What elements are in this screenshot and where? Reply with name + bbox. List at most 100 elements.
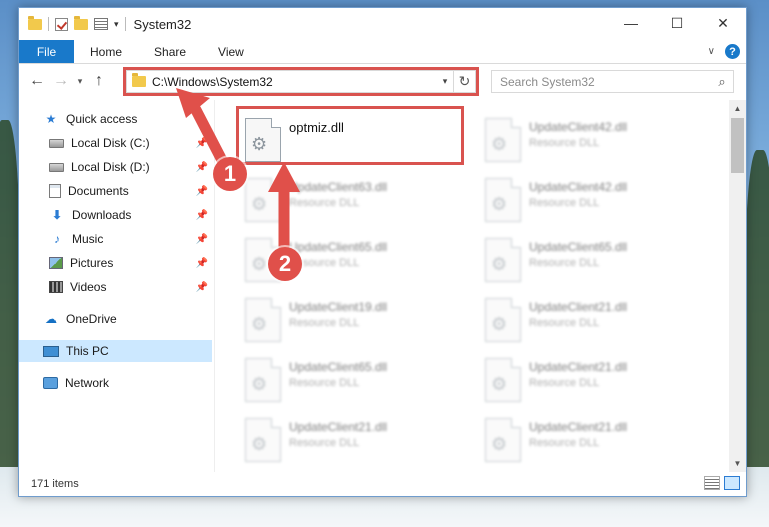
pin-icon[interactable]: 📌: [196, 258, 208, 269]
gear-icon: ⚙: [491, 254, 508, 274]
tab-share[interactable]: Share: [138, 40, 202, 63]
gear-icon: ⚙: [491, 434, 508, 454]
pin-icon[interactable]: 📌: [196, 162, 208, 173]
window-controls: — ☐ ✕: [608, 8, 746, 38]
file-type: Resource DLL: [289, 437, 360, 449]
file-item[interactable]: ⚙ UpdateClient21.dll Resource DLL: [477, 292, 707, 348]
search-box[interactable]: ⌕: [491, 70, 734, 93]
sidebar-item-label: Quick access: [66, 112, 138, 126]
step-2-badge: 2: [268, 247, 302, 281]
sidebar-item-label: Pictures: [70, 256, 114, 270]
navigation-pane: ★ Quick access Local Disk (C:) 📌 Local D…: [19, 100, 214, 472]
sidebar-item-quick-access[interactable]: ★ Quick access: [19, 108, 212, 130]
vertical-scrollbar[interactable]: ▲ ▼: [729, 100, 746, 472]
file-type: Resource DLL: [529, 137, 600, 149]
minimize-button[interactable]: —: [608, 8, 654, 38]
scroll-down-icon[interactable]: ▼: [729, 455, 746, 472]
sidebar-item-onedrive[interactable]: ☁ OneDrive: [19, 308, 212, 330]
file-item[interactable]: ⚙ UpdateClient42.dll Resource DLL: [477, 172, 707, 228]
file-type: Resource DLL: [289, 197, 360, 209]
sidebar-item-local-disk-d[interactable]: Local Disk (D:) 📌: [19, 156, 212, 178]
file-type: Resource DLL: [529, 437, 600, 449]
tiles-view-icon[interactable]: [724, 476, 740, 490]
gear-icon: ⚙: [491, 314, 508, 334]
customize-toolbar-icon[interactable]: [94, 18, 108, 30]
maximize-button[interactable]: ☐: [654, 8, 700, 38]
pane-splitter[interactable]: [214, 100, 215, 472]
tab-home[interactable]: Home: [74, 40, 138, 63]
help-icon[interactable]: ?: [725, 44, 740, 59]
ribbon-tabs: File Home Share View ∨ ?: [19, 40, 746, 64]
sidebar-item-pictures[interactable]: Pictures 📌: [19, 252, 212, 274]
file-name: UpdateClient19.dll: [289, 300, 388, 314]
gear-icon: ⚙: [251, 254, 268, 274]
chevron-down-icon[interactable]: ▾: [114, 19, 119, 30]
file-item[interactable]: ⚙ UpdateClient21.dll Resource DLL: [477, 352, 707, 408]
wallpaper-tree: [745, 150, 769, 480]
forward-button[interactable]: →: [49, 72, 73, 90]
videos-icon: [49, 281, 63, 293]
pin-icon[interactable]: 📌: [196, 138, 208, 149]
dll-file-icon: ⚙: [245, 298, 281, 342]
file-item[interactable]: ⚙ UpdateClient21.dll Resource DLL: [237, 412, 467, 468]
sidebar-item-music[interactable]: ♪ Music 📌: [19, 228, 212, 250]
sidebar-item-videos[interactable]: Videos 📌: [19, 276, 212, 298]
close-button[interactable]: ✕: [700, 8, 746, 38]
file-item[interactable]: ⚙ UpdateClient19.dll Resource DLL: [237, 292, 467, 348]
new-folder-icon[interactable]: [74, 15, 88, 30]
gear-icon: ⚙: [491, 134, 508, 154]
pin-icon[interactable]: 📌: [196, 234, 208, 245]
sidebar-item-this-pc[interactable]: This PC: [19, 340, 212, 362]
scroll-up-icon[interactable]: ▲: [729, 100, 746, 117]
scroll-thumb[interactable]: [731, 118, 744, 173]
dll-file-icon: ⚙: [245, 178, 281, 222]
details-view-icon[interactable]: [704, 476, 720, 490]
up-button[interactable]: ↑: [87, 72, 111, 90]
pin-icon[interactable]: 📌: [196, 210, 208, 221]
file-name: UpdateClient42.dll: [529, 120, 628, 134]
search-icon[interactable]: ⌕: [711, 74, 733, 90]
computer-icon: [43, 345, 59, 357]
sidebar-item-documents[interactable]: Documents 📌: [19, 180, 212, 202]
file-item[interactable]: ⚙ UpdateClient65.dll Resource DLL: [477, 232, 707, 288]
star-icon: ★: [45, 112, 57, 126]
sidebar-item-label: Documents: [68, 184, 129, 198]
pin-icon[interactable]: 📌: [196, 282, 208, 293]
sidebar-item-label: Music: [72, 232, 104, 246]
quick-access-toolbar: ▾: [19, 15, 126, 31]
file-item[interactable]: ⚙ UpdateClient21.dll Resource DLL: [477, 412, 707, 468]
sidebar-item-local-disk-c[interactable]: Local Disk (C:) 📌: [19, 132, 212, 154]
gear-icon: ⚙: [251, 314, 268, 334]
gear-icon: ⚙: [491, 374, 508, 394]
toolbar-separator: [124, 17, 126, 31]
toolbar-separator: [48, 17, 49, 31]
recent-locations-icon[interactable]: ▾: [73, 76, 87, 87]
properties-check-icon[interactable]: [55, 17, 68, 31]
folder-icon: [28, 15, 42, 30]
tab-view[interactable]: View: [202, 40, 260, 63]
file-name: UpdateClient21.dll: [529, 360, 628, 374]
dll-file-icon: ⚙: [485, 298, 521, 342]
gear-icon: ⚙: [491, 194, 508, 214]
file-type: Resource DLL: [529, 377, 600, 389]
file-name: UpdateClient65.dll: [529, 240, 628, 254]
gear-icon: ⚙: [251, 434, 268, 454]
expand-ribbon-icon[interactable]: ∨: [708, 46, 715, 57]
file-item[interactable]: ⚙ UpdateClient63.dll Resource DLL: [237, 172, 467, 228]
file-item[interactable]: ⚙ UpdateClient42.dll Resource DLL: [477, 112, 707, 168]
file-type: Resource DLL: [289, 377, 360, 389]
search-input[interactable]: [500, 74, 711, 89]
back-button[interactable]: ←: [25, 72, 49, 90]
pin-icon[interactable]: 📌: [196, 186, 208, 197]
tab-file[interactable]: File: [19, 40, 74, 63]
dll-file-icon: ⚙: [485, 238, 521, 282]
dll-file-icon: ⚙: [485, 178, 521, 222]
file-item[interactable]: ⚙ UpdateClient65.dll Resource DLL: [237, 352, 467, 408]
gear-icon: ⚙: [251, 194, 268, 214]
file-name: UpdateClient63.dll: [289, 180, 388, 194]
dll-file-icon: ⚙: [485, 358, 521, 402]
sidebar-item-downloads[interactable]: ⬇ Downloads 📌: [19, 204, 212, 226]
network-icon: [43, 377, 58, 389]
dll-file-icon: ⚙: [485, 118, 521, 162]
sidebar-item-network[interactable]: Network: [19, 372, 212, 394]
